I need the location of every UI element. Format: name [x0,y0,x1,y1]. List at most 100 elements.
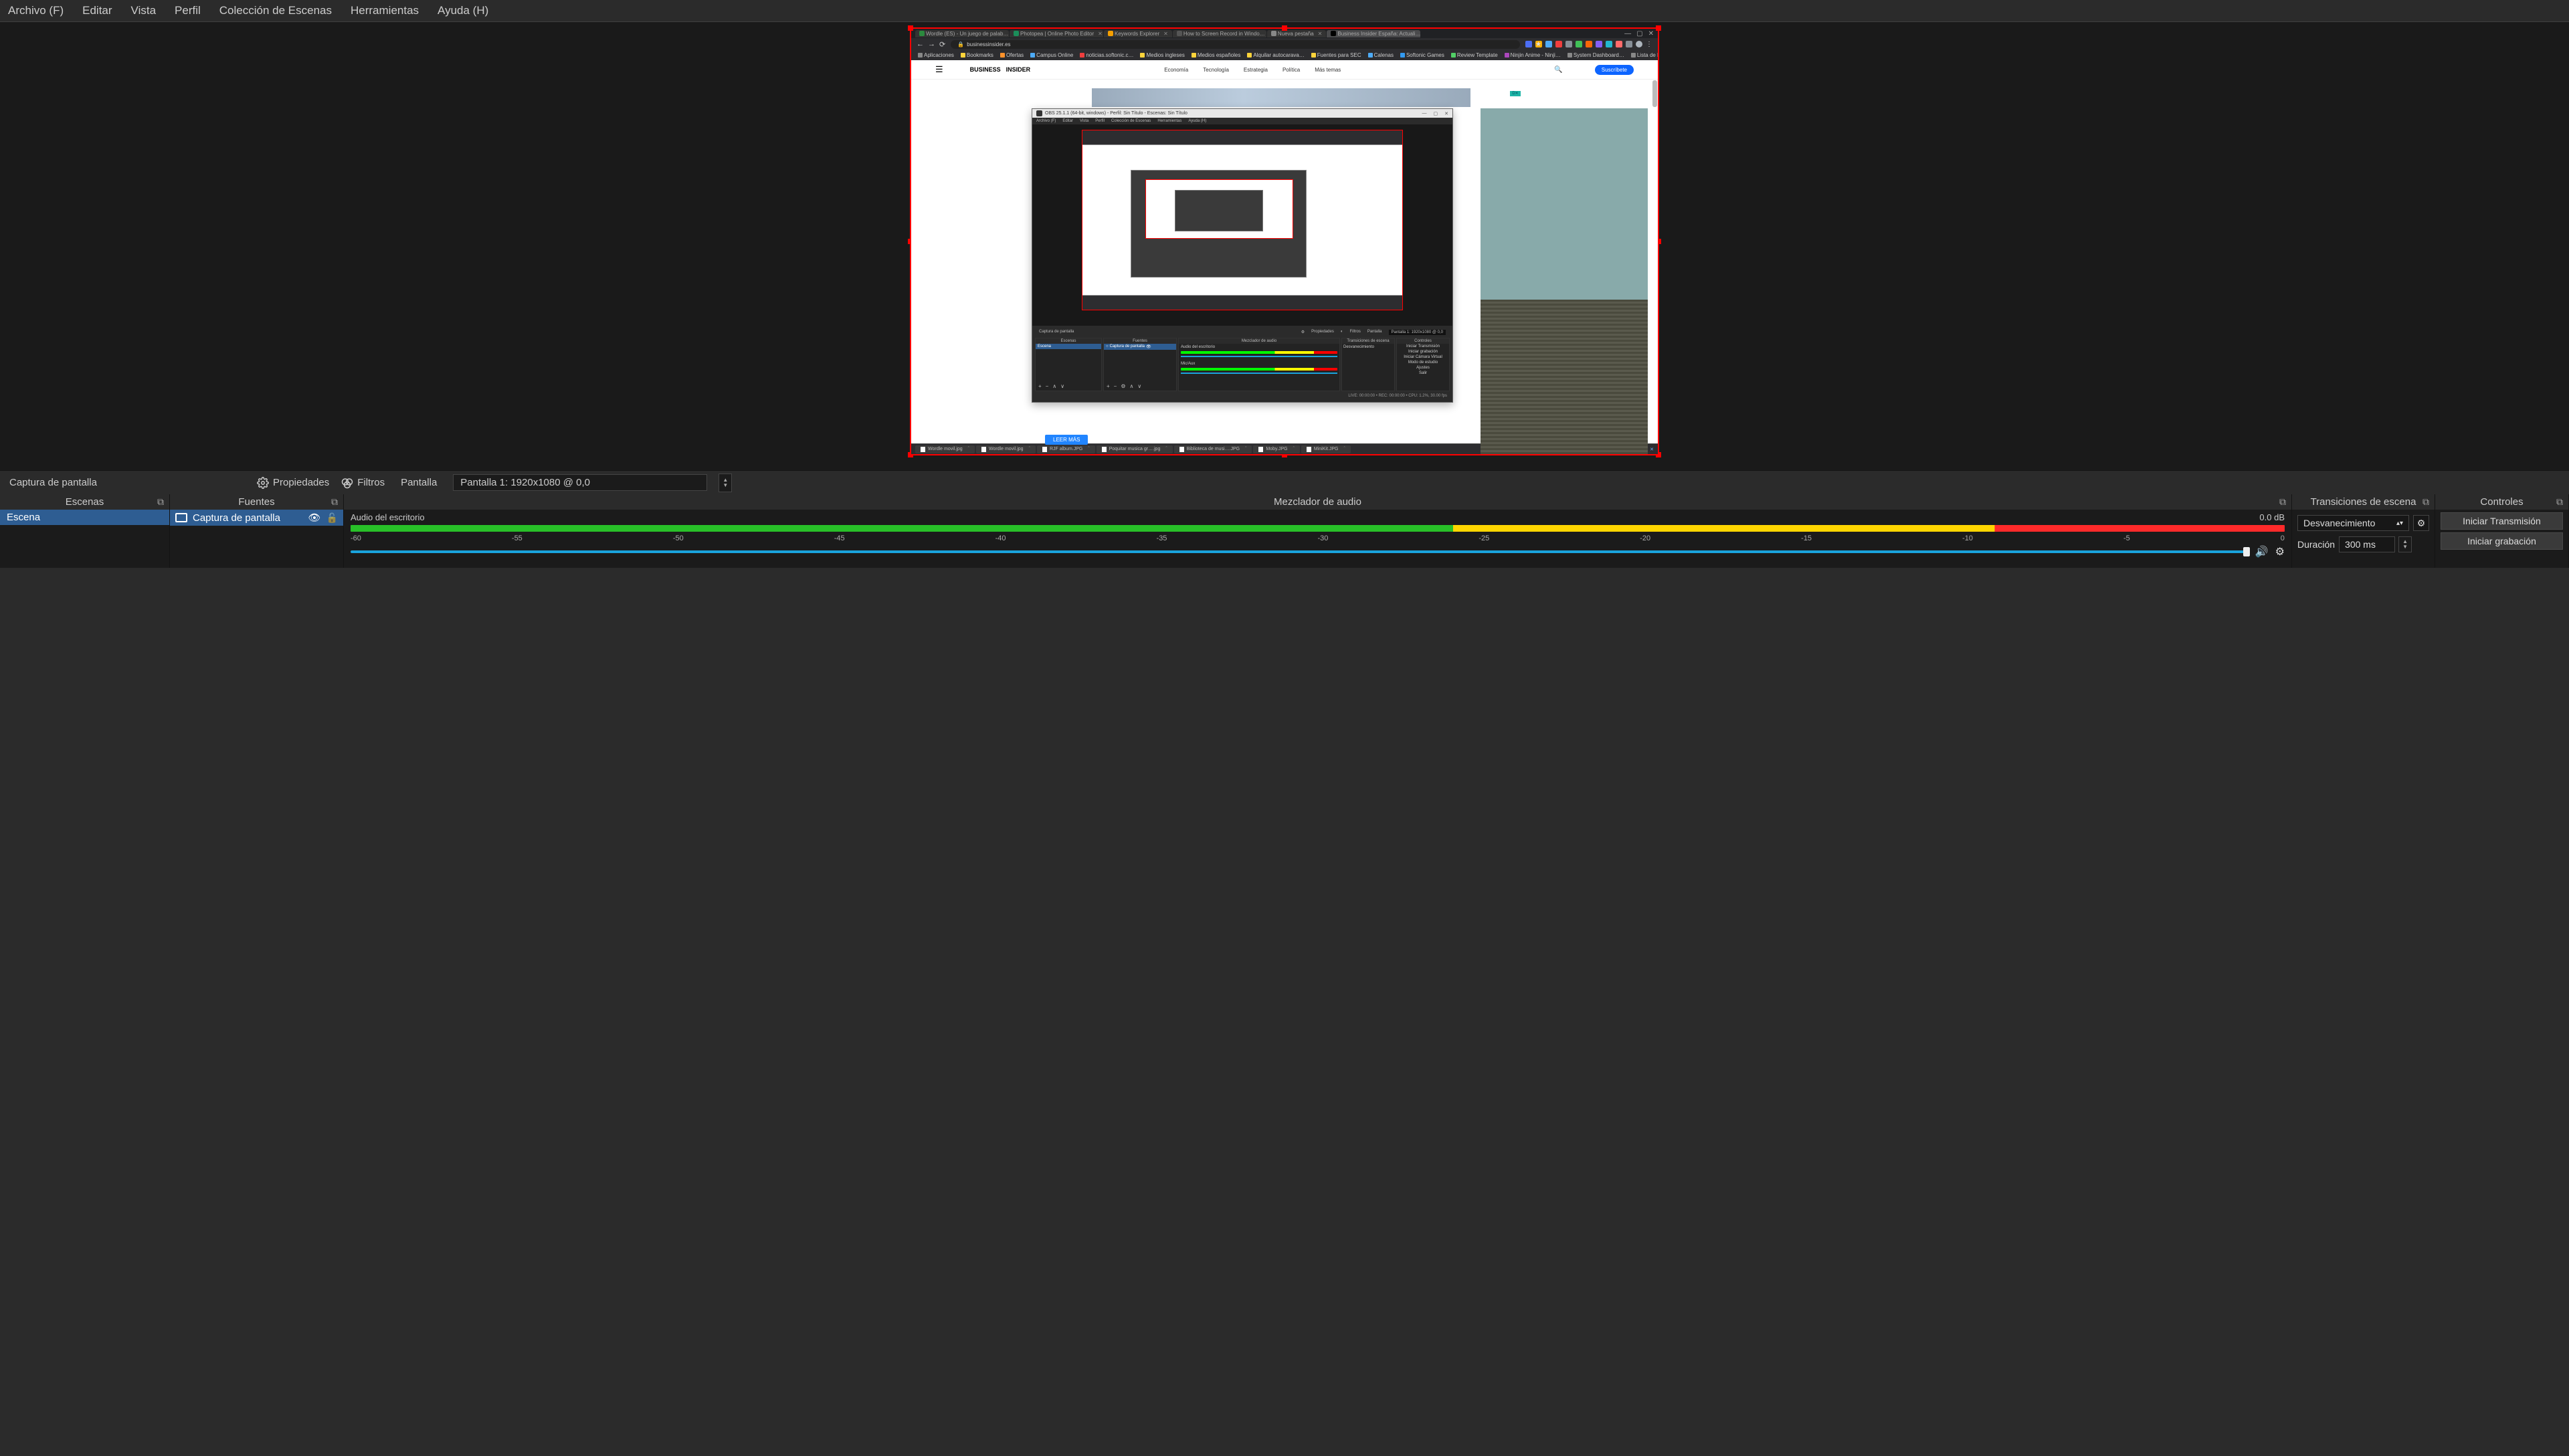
nested-properties: Propiedades [1311,330,1334,335]
audio-mixer-dock: Mezclador de audio ⧉ Audio del escritori… [344,494,2292,568]
display-stepper[interactable]: ▲ ▼ [719,474,732,492]
popout-icon[interactable]: ⧉ [2279,496,2286,508]
maximize-icon: ▢ [1636,30,1642,37]
nested-menu-item: Editar [1062,119,1073,123]
menu-profile[interactable]: Perfil [175,4,201,17]
ext-icon [1545,41,1552,47]
bookmark-item: Review Template [1451,52,1498,58]
ext-icon [1596,41,1602,47]
scale-tick: -20 [1640,534,1650,542]
resize-handle[interactable] [908,25,913,31]
source-item[interactable]: Captura de pantalla 👁 🔓 [170,510,343,526]
chevron-down-icon: ▼ [2402,544,2408,550]
controls-dock: Controles ⧉ Iniciar Transmisión Iniciar … [2435,494,2569,568]
bookmark-item: System Dashboard… [1567,52,1624,58]
resize-handle[interactable] [1282,25,1287,31]
download-item: Moby.JPGˆ [1253,445,1300,453]
ad-badge: D✕ [1510,91,1521,96]
close-icon: ✕ [1444,111,1448,116]
browser-tab: Business Insider España: Actuali…✕ [1327,30,1420,37]
star-icon: ★ [1535,41,1542,47]
nested-filters: Filtros [1349,330,1360,335]
popout-icon[interactable]: ⧉ [157,496,164,508]
display-dropdown[interactable]: Pantalla 1: 1920x1080 @ 0,0 [453,474,707,491]
ext-icon [1626,41,1632,47]
subscribe-button: Suscríbete [1595,65,1634,75]
filters-button[interactable]: Filtros [341,477,385,489]
browser-tab: Wordle (ES) - Un juego de palab…✕ [915,30,1009,37]
filters-icon [341,477,353,489]
url-field: 🔒 businessinsider.es [951,40,1520,49]
scale-tick: 0 [2281,534,2285,542]
ext-icon [1616,41,1622,47]
lock-icon[interactable]: 🔓 [326,512,338,524]
preview-canvas[interactable]: Wordle (ES) - Un juego de palab…✕Photope… [910,27,1659,455]
sources-header: Fuentes [238,496,274,508]
forward-icon: → [928,40,935,49]
scenes-dock: Escenas ⧉ Escena [0,494,170,568]
nested-control-button: Salir [1397,371,1449,376]
window-buttons: — ▢ ✕ [1624,30,1654,37]
transition-select[interactable]: Desvanecimiento ▴▾ [2297,515,2409,531]
menu-scenes[interactable]: Colección de Escenas [219,4,332,17]
nested-transitions-header: Transiciones de escena [1342,338,1394,344]
visibility-toggle-icon[interactable]: 👁 [308,512,321,524]
scale-tick: -55 [512,534,522,542]
resize-handle[interactable] [1656,25,1661,31]
speaker-icon[interactable]: 🔊 [2255,545,2269,558]
transition-settings-button[interactable]: ⚙ [2413,515,2429,531]
site-nav-item: Estrategia [1244,67,1268,73]
nested-display-label: Pantalla [1367,330,1382,335]
gear-icon [257,477,269,489]
browser-tab: Nueva pestaña✕ [1267,30,1327,37]
start-recording-button[interactable]: Iniciar grabación [2441,532,2563,550]
reload-icon: ⟳ [939,40,945,49]
recursive-depth-2 [1131,170,1307,278]
popout-icon[interactable]: ⧉ [331,496,338,508]
transitions-header: Transiciones de escena [2311,496,2416,508]
menubar: Archivo (F) Editar Vista Perfil Colecció… [0,0,2569,22]
properties-button[interactable]: Propiedades [257,477,329,489]
nested-obs-window: OBS 25.1.1 (64-bit, windows) - Perfil: S… [1032,108,1453,403]
gear-icon[interactable]: ⚙ [2275,545,2285,558]
properties-label: Propiedades [273,477,329,488]
popout-icon[interactable]: ⧉ [2422,496,2429,508]
scene-item[interactable]: Escena [0,510,169,525]
hero-image [1092,88,1470,107]
site-nav: EconomíaTecnologíaEstrategiaPolíticaMás … [1164,67,1341,73]
ext-icon [1555,41,1562,47]
sidebar-article-image [1481,108,1648,454]
duration-stepper[interactable]: ▲ ▼ [2398,536,2412,552]
volume-slider[interactable] [351,550,2250,553]
display-dropdown-value: Pantalla 1: 1920x1080 @ 0,0 [460,477,590,488]
nested-menu-item: Perfil [1095,119,1105,123]
scale-tick: -50 [673,534,684,542]
browser-addressbar: ← → ⟳ 🔒 businessinsider.es ★ [911,38,1658,50]
browser-tab: Keywords Explorer✕ [1104,30,1172,37]
popout-icon[interactable]: ⧉ [2556,496,2563,508]
duration-input[interactable]: 300 ms [2339,536,2395,552]
site-nav-item: Más temas [1315,67,1341,73]
menu-help[interactable]: Ayuda (H) [438,4,488,17]
nested-docks: Escenas Escena +−∧∨ Fuentes ○ Captura de… [1035,338,1450,391]
filters-label: Filtros [357,477,385,488]
scale-tick: -60 [351,534,361,542]
bookmark-item: Ofertas [1000,52,1024,58]
menu-edit[interactable]: Editar [82,4,112,17]
nested-menubar: Archivo (F)EditarVistaPerfilColección de… [1032,118,1452,124]
obs-icon [1036,110,1042,116]
nested-window-title: OBS 25.1.1 (64-bit, windows) - Perfil: S… [1045,111,1187,116]
menu-view[interactable]: Vista [131,4,157,17]
bookmarks-bar: AplicacionesBookmarksOfertasCampus Onlin… [911,50,1658,60]
back-icon: ← [917,40,924,49]
start-streaming-button[interactable]: Iniciar Transmisión [2441,512,2563,530]
scenes-header: Escenas [66,496,104,508]
menu-file[interactable]: Archivo (F) [8,4,64,17]
nested-sources-header: Fuentes [1104,338,1176,344]
bookmark-item: Bookmarks [961,52,993,58]
webpage-content: ☰ BUSINESS INSIDER EconomíaTecnologíaEst… [911,60,1658,454]
slider-thumb[interactable] [2243,547,2250,556]
preview-area[interactable]: Wordle (ES) - Un juego de palab…✕Photope… [0,22,2569,470]
menu-tools[interactable]: Herramientas [351,4,419,17]
bookmark-item: Softonic Games [1400,52,1444,58]
